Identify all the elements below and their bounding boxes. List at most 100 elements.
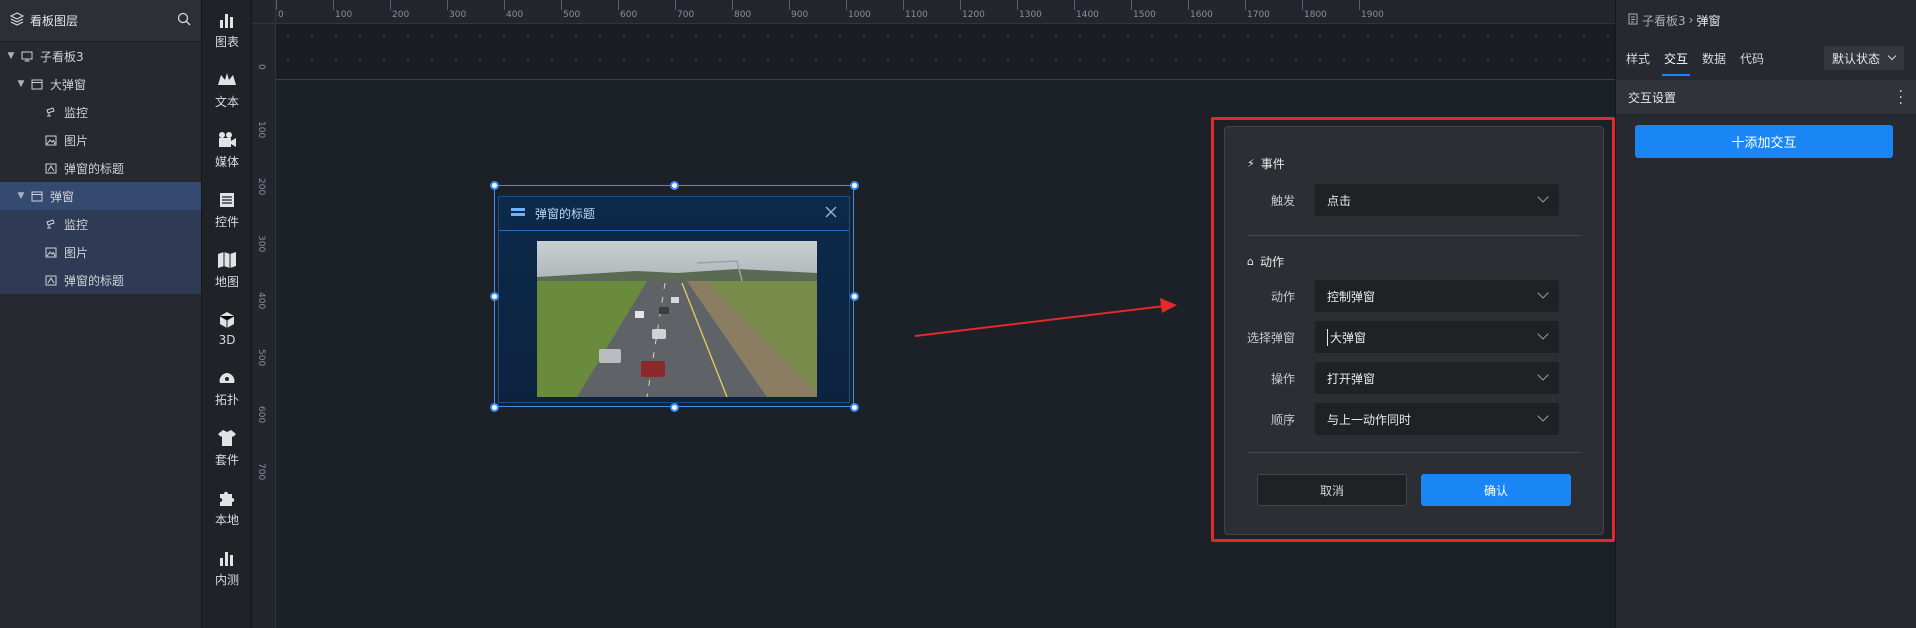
ruler-tick [390, 0, 391, 10]
resize-handle-ne[interactable] [850, 181, 859, 190]
ruler-tick [504, 0, 505, 10]
ruler-tick-label: 200 [256, 178, 266, 196]
artboard-grid [276, 24, 1615, 80]
monitor-icon [20, 50, 34, 62]
event-section-title: ⚡ 事件 [1247, 157, 1285, 171]
layer-item-large-popup[interactable]: ▼ 大弹窗 [0, 70, 201, 98]
resize-handle-se[interactable] [850, 403, 859, 412]
tool-chart[interactable]: 图表 [202, 2, 252, 58]
tool-3d[interactable]: 3D [202, 300, 252, 356]
ruler-tick-label: 200 [392, 10, 410, 20]
popup-titlebar: 弹窗的标题 [499, 197, 849, 231]
caret-down-icon[interactable]: ▼ [16, 191, 26, 201]
layer-item-monitor[interactable]: 监控 [0, 210, 201, 238]
layer-item-image[interactable]: 图片 [0, 126, 201, 154]
layers-icon [9, 12, 25, 29]
layer-item-monitor[interactable]: 监控 [0, 98, 201, 126]
highway-photo [537, 241, 817, 397]
document-icon [1628, 13, 1638, 28]
confirm-button[interactable]: 确认 [1421, 474, 1571, 506]
breadcrumb-parent[interactable]: 子看板3 [1642, 12, 1686, 29]
tool-kit[interactable]: 套件 [202, 420, 252, 476]
camera-icon [44, 218, 58, 230]
caret-down-icon[interactable]: ▼ [6, 51, 16, 61]
resize-handle-w[interactable] [490, 292, 499, 301]
resize-handle-s[interactable] [670, 403, 679, 412]
shirt-icon [216, 428, 238, 448]
tool-map[interactable]: 地图 [202, 242, 252, 298]
operation-select[interactable]: 打开弹窗 [1315, 362, 1559, 394]
component-toolbar: 图表 文本 媒体 控件 地图 3D 拓扑 套件 本地 内测 [202, 0, 252, 628]
order-row: 顺序 与上一动作同时 [1225, 403, 1605, 435]
tab-interaction[interactable]: 交互 [1662, 44, 1691, 76]
chevron-down-icon [1537, 328, 1549, 340]
layer-item-popup-title[interactable]: 弹窗的标题 [0, 266, 201, 294]
layer-panel-header: 看板图层 [0, 0, 201, 42]
horizontal-ruler[interactable]: 0 100 200 300 400 500 600 700 800 900 1000 1100 1200… [276, 0, 1615, 24]
ruler-tick-label: 400 [506, 10, 524, 20]
bar-chart-icon [216, 10, 238, 30]
ruler-tick [903, 0, 904, 10]
tool-local[interactable]: 本地 [202, 480, 252, 536]
layer-item-image[interactable]: 图片 [0, 238, 201, 266]
tool-topology[interactable]: 拓扑 [202, 360, 252, 416]
layer-item-board[interactable]: ▼ 子看板3 [0, 42, 201, 70]
selected-popup-element[interactable]: 弹窗的标题 [490, 181, 859, 412]
resize-handle-e[interactable] [850, 292, 859, 301]
search-icon[interactable] [177, 12, 191, 29]
popup-icon [30, 78, 44, 90]
resize-handle-n[interactable] [670, 181, 679, 190]
action-row: 动作 控制弹窗 [1225, 280, 1605, 312]
vertical-ruler[interactable]: 0 100 200 300 400 500 600 700 [252, 24, 276, 628]
interaction-settings-title: 交互设置 [1628, 90, 1677, 105]
close-icon[interactable] [825, 206, 837, 221]
ruler-tick-label: 1800 [1304, 10, 1327, 20]
tool-media[interactable]: 媒体 [202, 122, 252, 178]
action-select[interactable]: 控制弹窗 [1315, 280, 1559, 312]
ruler-tick-label: 600 [620, 10, 638, 20]
interaction-settings-header: 交互设置 · · · [1616, 80, 1916, 114]
operation-label: 操作 [1270, 371, 1295, 386]
layer-item-popup[interactable]: ▼ 弹窗 [0, 182, 201, 210]
tool-text[interactable]: 文本 [202, 62, 252, 118]
tab-style[interactable]: 样式 [1626, 44, 1650, 76]
interaction-dialog: ⚡ 事件 触发 点击 ⌂ 动作 动作 控制弹窗 选择弹窗 大弹窗 操作 打开弹窗 [1224, 126, 1604, 535]
tool-beta[interactable]: 内测 [202, 540, 252, 596]
layer-item-label: 监控 [64, 217, 89, 232]
order-select[interactable]: 与上一动作同时 [1315, 403, 1559, 435]
ruler-tick-label: 0 [278, 10, 284, 20]
resize-handle-sw[interactable] [490, 403, 499, 412]
resize-handle-nw[interactable] [490, 181, 499, 190]
tool-controls[interactable]: 控件 [202, 182, 252, 238]
ruler-tick-label: 1300 [1019, 10, 1042, 20]
ruler-tick-label: 500 [563, 10, 581, 20]
action-label: 动作 [1270, 289, 1295, 304]
property-panel: 子看板3 › 弹窗 样式 交互 数据 代码 默认状态 交互设置 · · · 十添加交… [1615, 0, 1916, 628]
layer-item-label: 弹窗 [50, 189, 75, 204]
layer-item-popup-title[interactable]: 弹窗的标题 [0, 154, 201, 182]
ruler-tick [732, 0, 733, 10]
tab-code[interactable]: 代码 [1740, 44, 1764, 76]
ruler-tick-label: 700 [256, 463, 266, 481]
add-interaction-button[interactable]: 十添加交互 [1635, 125, 1893, 158]
chevron-down-icon [1537, 287, 1549, 299]
ruler-tick [1074, 0, 1075, 10]
tab-data[interactable]: 数据 [1702, 44, 1726, 76]
ruler-tick-label: 1200 [962, 10, 985, 20]
section-divider [1247, 452, 1581, 453]
select-popup-select[interactable]: 大弹窗 [1315, 321, 1559, 353]
layer-item-label: 弹窗的标题 [64, 161, 125, 176]
caret-down-icon[interactable]: ▼ [16, 79, 26, 89]
video-camera-icon [216, 130, 238, 150]
layer-item-label: 监控 [64, 105, 89, 120]
layer-item-label: 子看板3 [40, 49, 84, 64]
ruler-tick [561, 0, 562, 10]
cancel-button[interactable]: 取消 [1257, 474, 1407, 506]
state-select[interactable]: 默认状态 [1824, 46, 1904, 70]
more-vertical-icon[interactable]: · · · [1899, 85, 1903, 111]
popup-icon [30, 190, 44, 202]
trigger-select[interactable]: 点击 [1315, 184, 1559, 216]
chevron-down-icon [1537, 410, 1549, 422]
ruler-tick [1245, 0, 1246, 10]
action-section-title: ⌂ 动作 [1247, 255, 1284, 269]
